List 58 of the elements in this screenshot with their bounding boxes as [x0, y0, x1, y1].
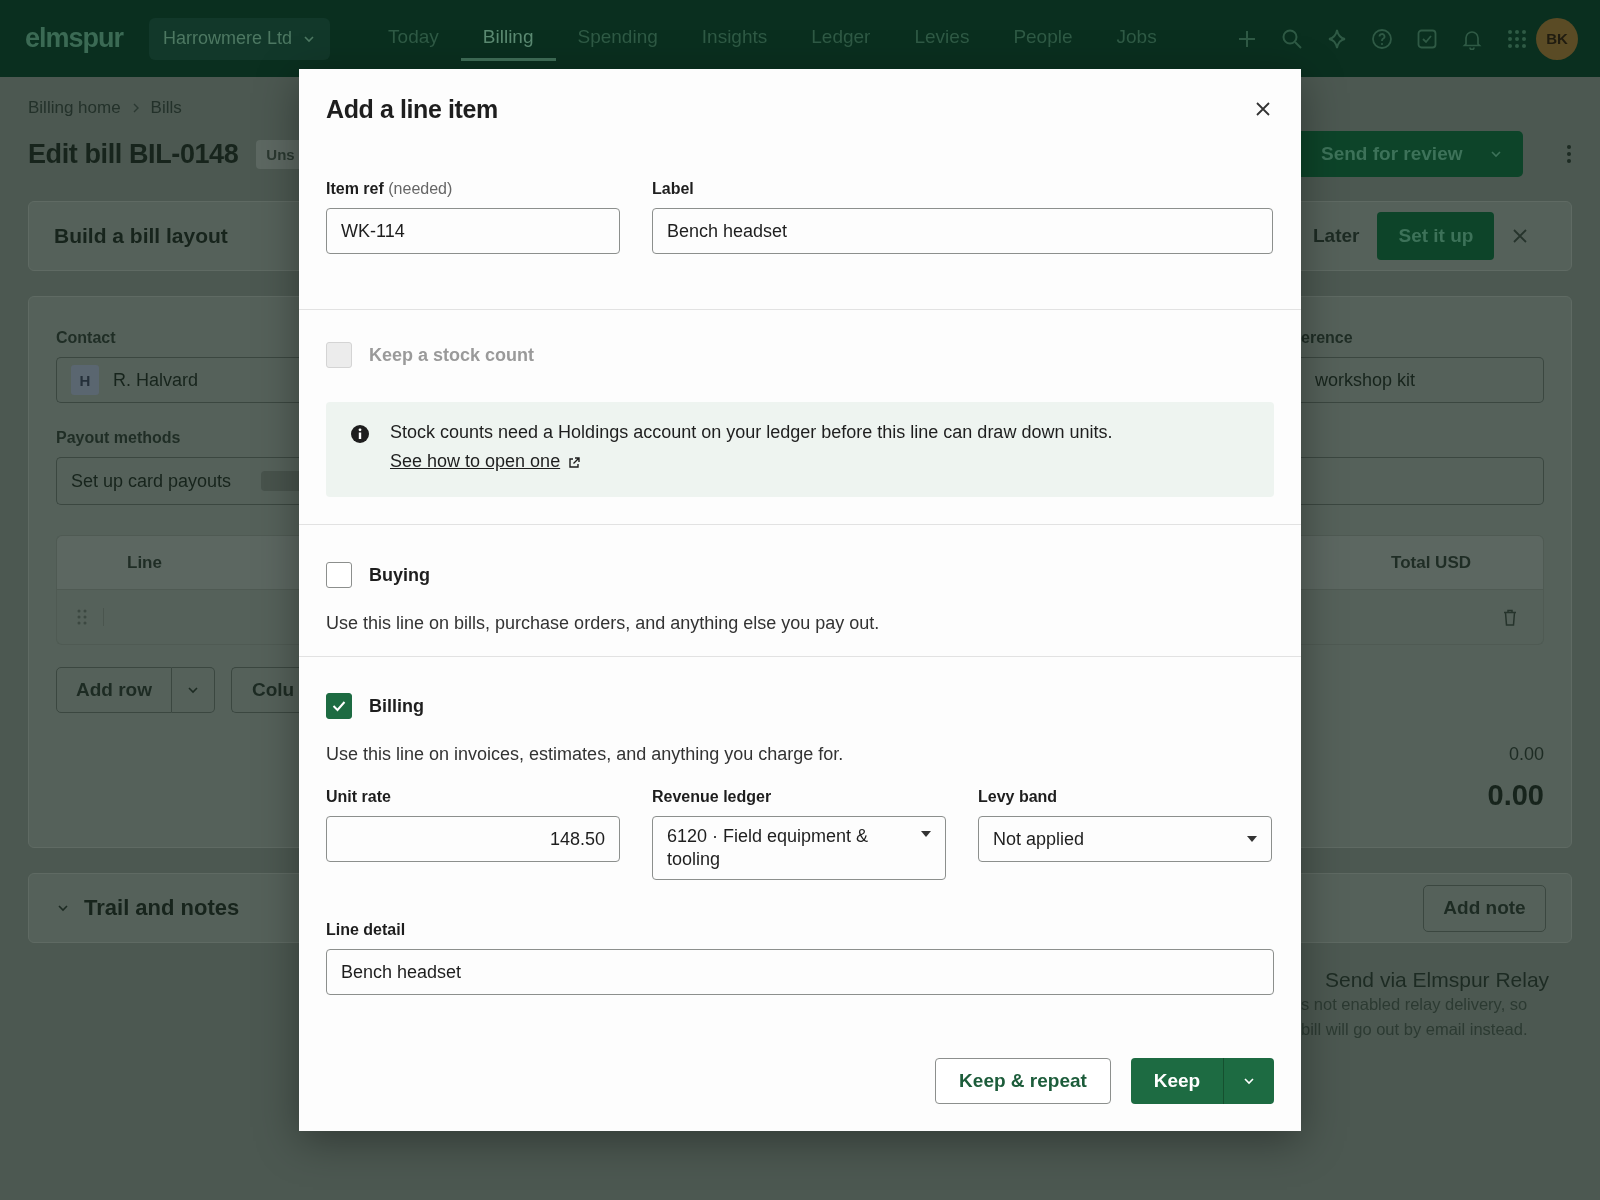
dropdown-caret-icon [1247, 836, 1257, 842]
later-button[interactable]: Later [1313, 225, 1360, 247]
app-grid-icon[interactable] [1506, 27, 1528, 50]
checkbox[interactable] [326, 562, 352, 588]
text-input-field[interactable]: Bench headset [326, 949, 1274, 995]
field-label: Label [652, 179, 695, 199]
dialog-title: Add a line item [326, 94, 498, 124]
info-icon [350, 424, 370, 444]
drag-handle-icon[interactable] [77, 609, 87, 625]
total-amount: 0.00 [1486, 779, 1544, 813]
checkmark-icon [332, 700, 346, 712]
external-link-icon [568, 457, 581, 469]
dropdown-field[interactable]: 6120 · Field equipment & tooling [652, 816, 946, 880]
notice-text: Stock counts need a Holdings account on your ledger before this line can draw down units. See how to open one [390, 418, 1252, 478]
checkbox[interactable] [326, 693, 352, 719]
sparkle-icon[interactable] [1326, 27, 1348, 50]
subtotal-amount: 0.00 [1507, 744, 1544, 765]
text-input-field[interactable]: WK-114 [326, 208, 620, 254]
add-row-menu-button[interactable] [172, 667, 215, 713]
dropdown-caret-icon [921, 831, 931, 837]
field-label: Item ref (needed) [326, 179, 454, 199]
keep-button[interactable]: Keep [1131, 1058, 1223, 1104]
close-icon[interactable] [1512, 228, 1529, 244]
reference-field[interactable]: workshop kit [1301, 357, 1544, 403]
checkbox-label: Billing [369, 695, 424, 717]
keep-options-button[interactable] [1223, 1058, 1274, 1104]
banner-title: Build a bill layout [53, 224, 229, 248]
add-note-button[interactable]: Add note [1423, 884, 1546, 932]
search-icon[interactable] [1281, 27, 1303, 50]
description-text: Use this line on bills, purchase orders, and anything else you pay out. [326, 612, 881, 634]
help-icon[interactable] [1371, 27, 1393, 50]
keep-and-repeat-button[interactable]: Keep & repeat [935, 1058, 1111, 1104]
payout-method-field[interactable]: Set up card payouts [56, 457, 299, 505]
more-options-icon[interactable] [1566, 144, 1572, 164]
user-avatar[interactable]: BK [1536, 17, 1578, 60]
field-label: Line detail [326, 920, 407, 940]
text-input-field[interactable]: Bench headset [652, 208, 1273, 254]
nav-tab[interactable]: Billing [460, 16, 556, 61]
dropdown-field[interactable]: Not applied [978, 816, 1272, 862]
organization-switcher[interactable]: Harrowmere Ltd [149, 17, 331, 60]
payout-method-field[interactable] [1301, 457, 1544, 505]
add-row-button[interactable]: Add row [56, 667, 172, 713]
number-input-field[interactable]: 148.50 [326, 816, 620, 862]
column-header: Line [56, 535, 299, 590]
checkbox-label: Keep a stock count [369, 344, 535, 366]
section-title: Trail and notes [84, 895, 240, 921]
checkbox-icon[interactable] [1416, 27, 1438, 50]
field-label: Unit rate [326, 787, 392, 807]
description-text: Use this line on invoices, estimates, and anything you charge for. [326, 743, 845, 765]
status-pill [261, 471, 299, 491]
logo[interactable]: elmspur [25, 23, 124, 54]
column-header: Total USD [1301, 535, 1544, 590]
help-link[interactable]: See how to open one [390, 447, 581, 476]
close-icon [1256, 102, 1270, 116]
field-label: Levy band [978, 787, 1059, 807]
trash-icon[interactable] [1503, 608, 1517, 626]
field-label: Revenue ledger [652, 787, 773, 807]
checkbox-label: Buying [369, 564, 430, 586]
